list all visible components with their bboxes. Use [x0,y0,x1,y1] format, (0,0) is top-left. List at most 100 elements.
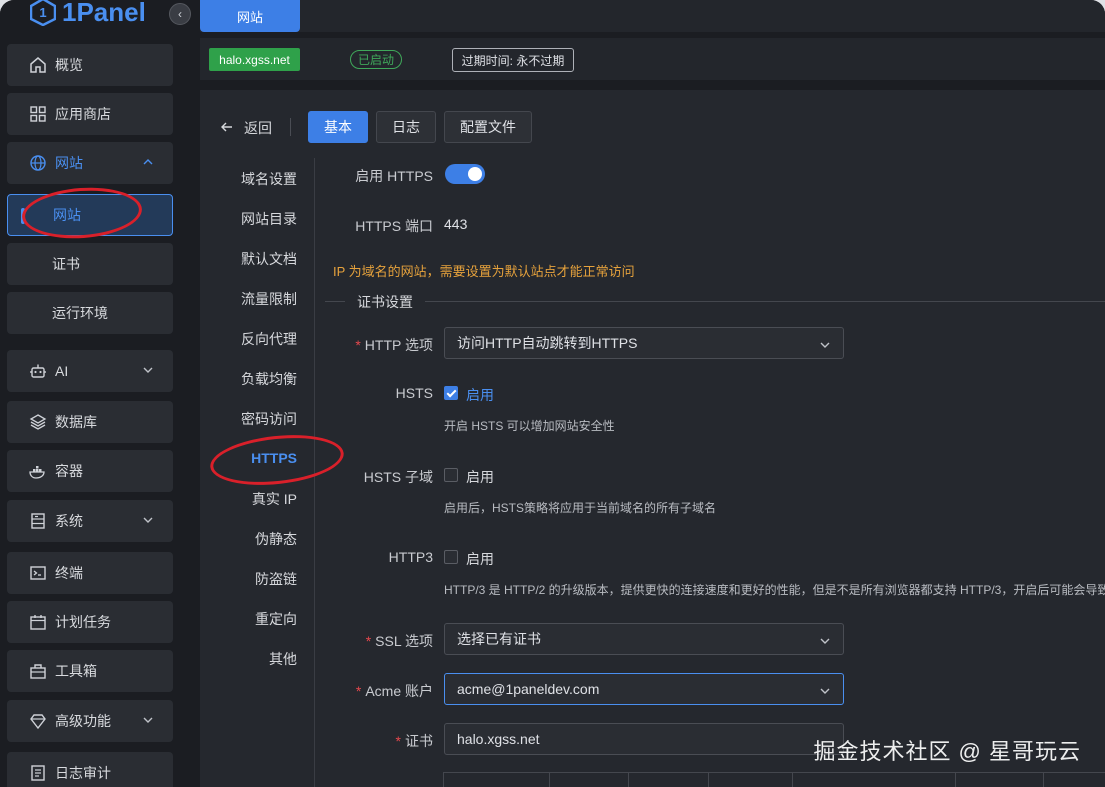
http3-hint: HTTP/3 是 HTTP/2 的升级版本，提供更快的连接速度和更好的性能，但是… [444,583,1105,597]
sidebar-item-advanced[interactable]: 高级功能 [7,700,173,742]
subnav-other[interactable]: 其他 [200,647,315,671]
sidebar-item-label: 证书 [52,256,80,272]
subnav-load-balance[interactable]: 负载均衡 [200,367,315,391]
certificate-select[interactable]: halo.xgss.net [444,723,844,755]
table-column-divider [549,773,550,787]
subnav-rate-limit[interactable]: 流量限制 [200,287,315,311]
enable-https-switch[interactable] [445,164,485,184]
sidebar-item-database[interactable]: 数据库 [7,401,173,443]
status-badge: 已启动 [350,50,402,69]
sidebar-item-label: 计划任务 [55,614,111,630]
hsts-checkbox[interactable] [444,386,458,400]
table-column-divider [1043,773,1044,787]
http-option-select[interactable]: 访问HTTP自动跳转到HTTPS [444,327,844,359]
ip-domain-warning: IP 为域名的网站，需要设置为默认站点才能正常访问 [333,264,635,279]
subnav-redirect[interactable]: 重定向 [200,607,315,631]
subnav-site-dir[interactable]: 网站目录 [200,207,315,231]
sidebar-item-system[interactable]: 系统 [7,500,173,542]
hsts-subdomain-enable-label[interactable]: 启用 [466,467,494,487]
cert-section-divider [325,301,1105,302]
http3-checkbox[interactable] [444,550,458,564]
certificate-table [443,772,1105,787]
sidebar-item-label: 运行环境 [52,305,108,321]
sidebar-item-certificate[interactable]: 证书 [7,243,173,285]
table-column-divider [792,773,793,787]
back-button[interactable]: 返回 [220,118,272,138]
logo-text: 1Panel [62,0,146,27]
top-tab-bar: 网站 [200,0,1105,32]
http3-enable-label[interactable]: 启用 [466,549,494,569]
certificate-label: * 证书 [315,731,433,751]
watermark-text: 掘金技术社区 @ 星哥玩云 [813,739,1081,764]
docker-icon [29,462,47,480]
sidebar-item-label: AI [55,363,69,379]
enable-https-label: 启用 HTTPS [355,168,433,184]
sidebar: 1 1Panel ‹ 概览 应用商店 网站 网站 证书 运行环境 AI 数据库 … [0,0,191,787]
server-icon [29,512,47,530]
hsts-subdomain-checkbox[interactable] [444,468,458,482]
http-option-value: 访问HTTP自动跳转到HTTPS [457,335,638,351]
https-port-label: HTTPS 端口 [355,218,433,234]
chevron-down-icon [141,363,155,377]
http-option-label-text: HTTP 选项 [364,337,433,353]
sidebar-item-cronjob[interactable]: 计划任务 [7,601,173,643]
sidebar-item-terminal[interactable]: 终端 [7,552,173,594]
sidebar-item-ai[interactable]: AI [7,350,173,392]
sidebar-item-overview[interactable]: 概览 [7,44,173,86]
https-port-value: 443 [444,216,468,232]
collapse-sidebar-button[interactable]: ‹ [169,3,191,25]
certificate-value: halo.xgss.net [457,731,540,747]
subnav-domain[interactable]: 域名设置 [200,167,315,191]
main-panel: 返回 基本 日志 配置文件 域名设置 网站目录 默认文档 流量限制 反向代理 负… [200,90,1105,787]
app-logo: 1 1Panel [30,0,146,30]
sidebar-item-logs[interactable]: 日志审计 [7,752,173,787]
chevron-down-icon [819,634,831,646]
subnav-hotlink[interactable]: 防盗链 [200,567,315,591]
acme-account-value: acme@1paneldev.com [457,681,600,697]
sidebar-item-container[interactable]: 容器 [7,450,173,492]
terminal-icon [29,564,47,582]
acme-account-select[interactable]: acme@1paneldev.com [444,673,844,705]
ssl-option-select[interactable]: 选择已有证书 [444,623,844,655]
table-column-divider [955,773,956,787]
hsts-enable-label[interactable]: 启用 [466,385,494,405]
sidebar-item-label: 终端 [55,565,83,581]
back-label: 返回 [244,120,272,136]
subnav-real-ip[interactable]: 真实 IP [200,487,315,511]
certificate-label-text: 证书 [405,733,433,749]
acme-account-label: * Acme 账户 [315,681,433,701]
tab-website[interactable]: 网站 [200,0,300,32]
chevron-down-icon [141,513,155,527]
http3-label: HTTP3 [388,549,433,565]
cert-section-title: 证书设置 [345,292,425,312]
logo-icon: 1 [30,0,56,26]
sidebar-item-label: 高级功能 [55,713,111,729]
sidebar-item-runtime[interactable]: 运行环境 [7,292,173,334]
required-mark: * [355,683,362,699]
subnav-reverse-proxy[interactable]: 反向代理 [200,327,315,351]
chevron-down-icon [819,338,831,350]
toolbox-icon [29,662,47,680]
subnav-rewrite[interactable]: 伪静态 [200,527,315,551]
grid-icon [29,105,47,123]
subnav-default-doc[interactable]: 默认文档 [200,247,315,271]
toolbar-divider [290,118,291,136]
sidebar-item-label: 日志审计 [55,765,111,781]
sidebar-item-label: 系统 [55,513,83,529]
sidebar-item-website-group[interactable]: 网站 [7,142,173,184]
app-window: 1 1Panel ‹ 概览 应用商店 网站 网站 证书 运行环境 AI 数据库 … [0,0,1105,787]
home-icon [29,56,47,74]
required-mark: * [355,337,361,353]
subnav-password-access[interactable]: 密码访问 [200,407,315,431]
layers-icon [29,413,47,431]
globe-icon [29,154,47,172]
calendar-icon [29,613,47,631]
robot-icon [29,362,47,380]
sidebar-item-appstore[interactable]: 应用商店 [7,93,173,135]
chevron-up-icon [141,155,155,169]
sidebar-item-toolbox[interactable]: 工具箱 [7,650,173,692]
table-column-divider [628,773,629,787]
sidebar-item-label: 网站 [55,155,83,171]
diamond-icon [29,712,47,730]
table-column-divider [443,773,444,787]
